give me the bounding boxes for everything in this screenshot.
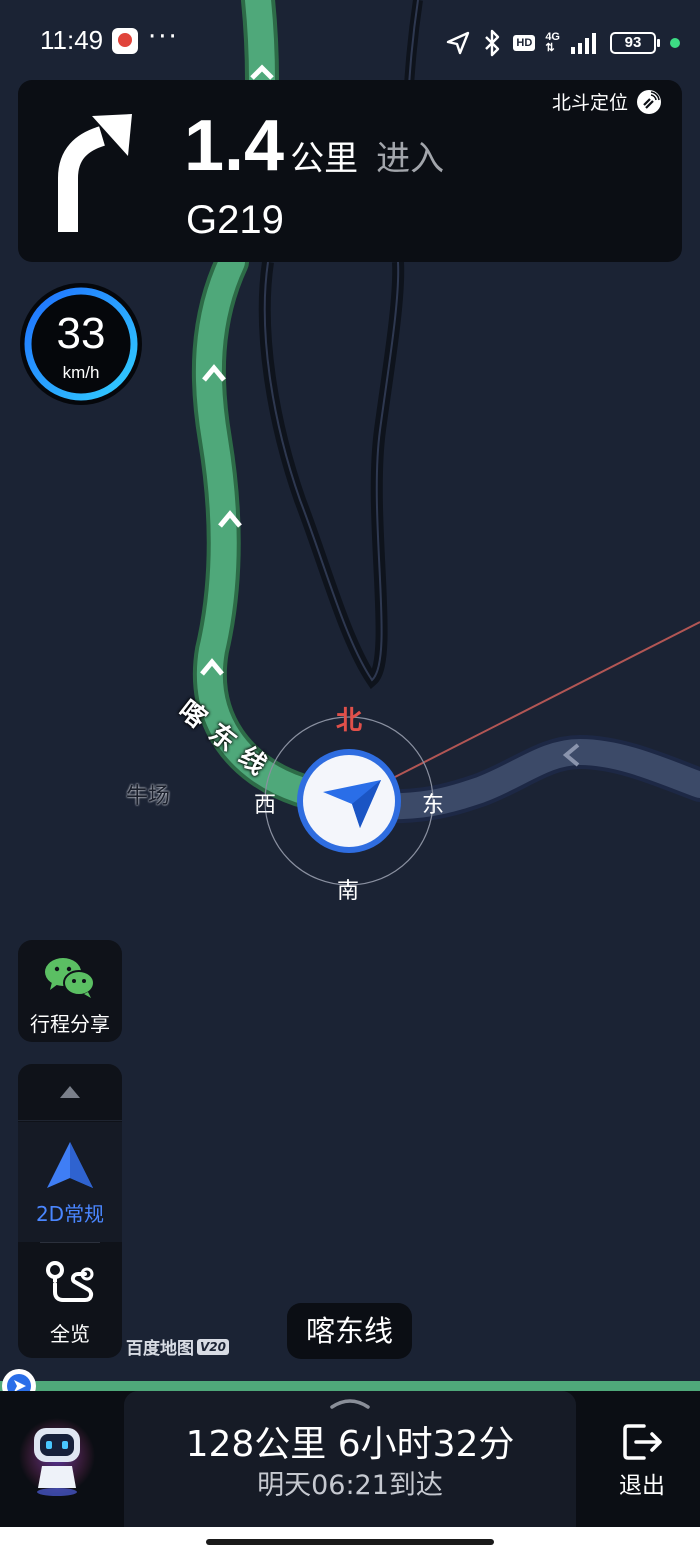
compass-south: 南 (337, 879, 360, 904)
exit-label: 退出 (619, 1473, 665, 1499)
trip-share-button[interactable]: 行程分享 (18, 940, 122, 1042)
satellite-icon (637, 89, 661, 114)
route-overview-icon (46, 1261, 94, 1302)
status-icons: HD 4G ⇅ 93 (445, 26, 680, 60)
collapse-modes-button[interactable] (18, 1064, 122, 1121)
compass-east: 东 (422, 793, 445, 818)
trip-share-label: 行程分享 (30, 1012, 110, 1036)
arrival-time: 明天06:21到达 (257, 1470, 443, 1501)
positioning-badge: 北斗定位 (552, 88, 662, 115)
mode-2d-button[interactable]: 2D常规 (18, 1122, 122, 1242)
privacy-indicator (670, 38, 680, 48)
compass-north: 北 (336, 706, 363, 736)
divider (40, 1242, 100, 1243)
maneuver-action: 进入 (376, 139, 445, 179)
battery-icon: 93 (610, 32, 660, 54)
location-icon (447, 31, 470, 55)
caret-up-icon (60, 1086, 80, 1098)
speed-value: 33 (56, 309, 106, 358)
app-notification-icon (112, 28, 138, 54)
positioning-label: 北斗定位 (551, 92, 628, 114)
network-type: 4G (545, 31, 560, 43)
guidance-panel[interactable]: 北斗定位 1.4 公里 进入 G219 (18, 80, 682, 262)
place-label: 牛场 (126, 784, 171, 809)
exit-navigation-button[interactable]: 退出 (602, 1422, 682, 1502)
status-bar: 11:49 ··· HD 4G ⇅ 93 (0, 0, 700, 80)
view-mode-panel: 2D常规 全览 (18, 1064, 122, 1358)
wechat-icon (45, 958, 95, 998)
turn-right-arrow-icon (58, 114, 132, 232)
speedometer: 33 km/h (20, 283, 142, 405)
network-4g-icon: 4G ⇅ (545, 31, 560, 54)
trip-summary: 128公里 6小时32分 (185, 1424, 515, 1465)
distance-unit: 公里 (290, 139, 359, 179)
speed-unit: km/h (62, 363, 100, 382)
next-road-name: G219 (186, 198, 284, 242)
status-time: 11:49 (40, 25, 104, 55)
mode-2d-label: 2D常规 (35, 1202, 105, 1226)
home-indicator[interactable] (206, 1539, 494, 1545)
signal-icon (571, 33, 596, 54)
voice-assistant-button[interactable] (18, 1416, 96, 1498)
map-logo: 百度地图 V20 (126, 1334, 229, 1359)
navigation-arrow-icon (47, 1142, 93, 1188)
maneuver-distance: 1.4 公里 进入 (184, 106, 444, 186)
road-name-label: 喀东线 (173, 690, 305, 790)
robot-assistant-icon (19, 1418, 95, 1496)
route-progress-bar (0, 1381, 700, 1391)
logo-text: 百度地图 (126, 1339, 194, 1359)
expand-handle-icon[interactable] (330, 1397, 370, 1409)
exit-icon (623, 1424, 662, 1460)
bluetooth-icon (485, 29, 500, 57)
overview-button[interactable]: 全览 (18, 1244, 122, 1358)
logo-version: V20 (197, 1338, 229, 1355)
compass-west: 西 (254, 793, 277, 818)
more-notifications-icon: ··· (148, 22, 179, 52)
distance-value: 1.4 (184, 106, 285, 186)
hd-voice-icon: HD (513, 35, 536, 51)
current-road-label: 喀东线 (287, 1303, 412, 1359)
overview-label: 全览 (50, 1322, 90, 1346)
